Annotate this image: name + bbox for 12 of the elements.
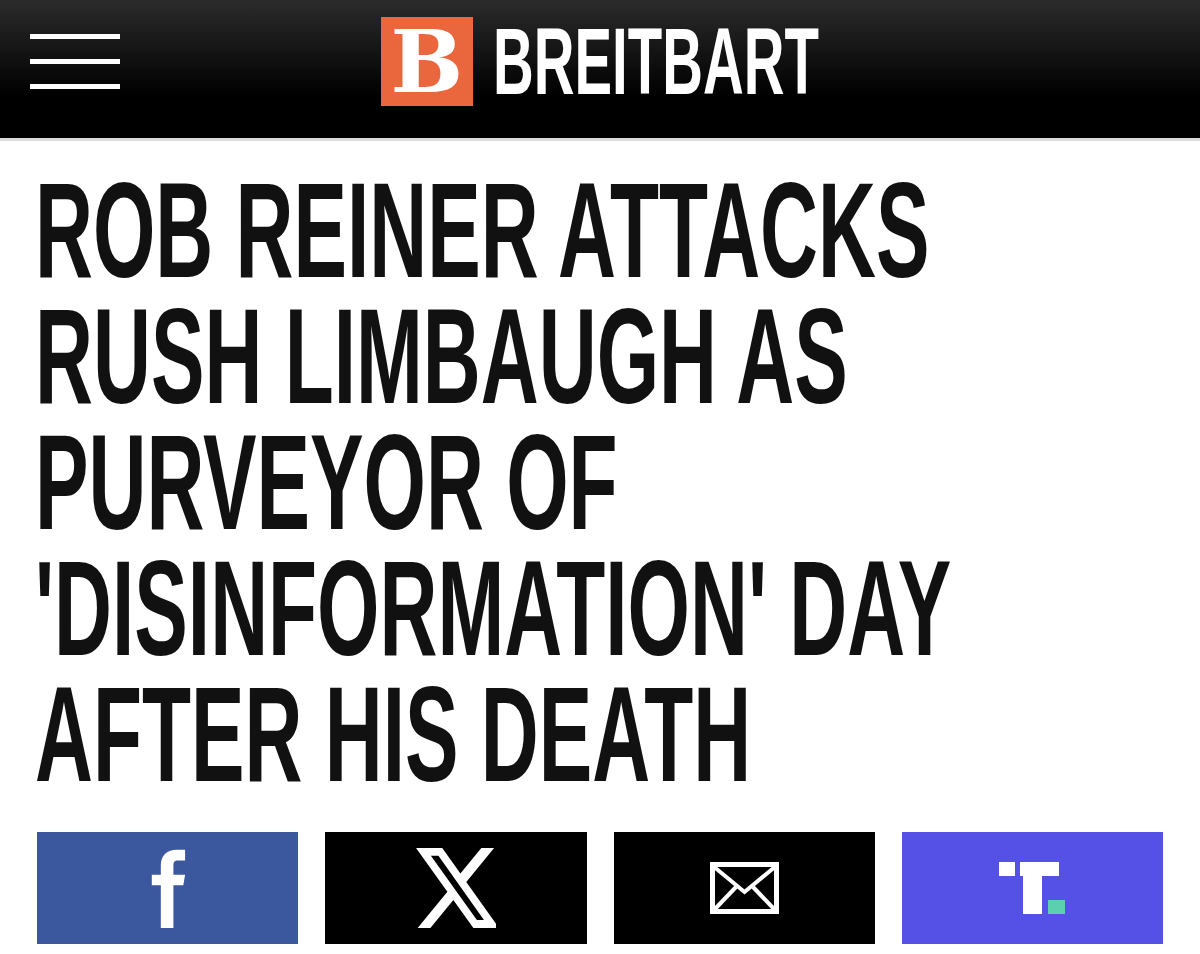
- headline: ROB REINER ATTACKS RUSH LIMBAUGH AS PURVEYOR OF 'DISINFORMATION' DAY AFTER HIS DEATH: [35, 167, 951, 797]
- menu-icon: [30, 34, 120, 89]
- share-button[interactable]: [325, 832, 587, 944]
- logo-mark: B: [380, 17, 473, 106]
- x-logo-icon: [415, 848, 496, 928]
- f-logo-icon: [149, 848, 186, 928]
- t-logo-icon: [999, 862, 1066, 914]
- share-button[interactable]: [37, 832, 299, 944]
- envelope-icon: [709, 862, 779, 914]
- site-name: BREITBART: [492, 14, 819, 109]
- share-button[interactable]: [613, 832, 875, 944]
- menu-button[interactable]: [30, 34, 120, 89]
